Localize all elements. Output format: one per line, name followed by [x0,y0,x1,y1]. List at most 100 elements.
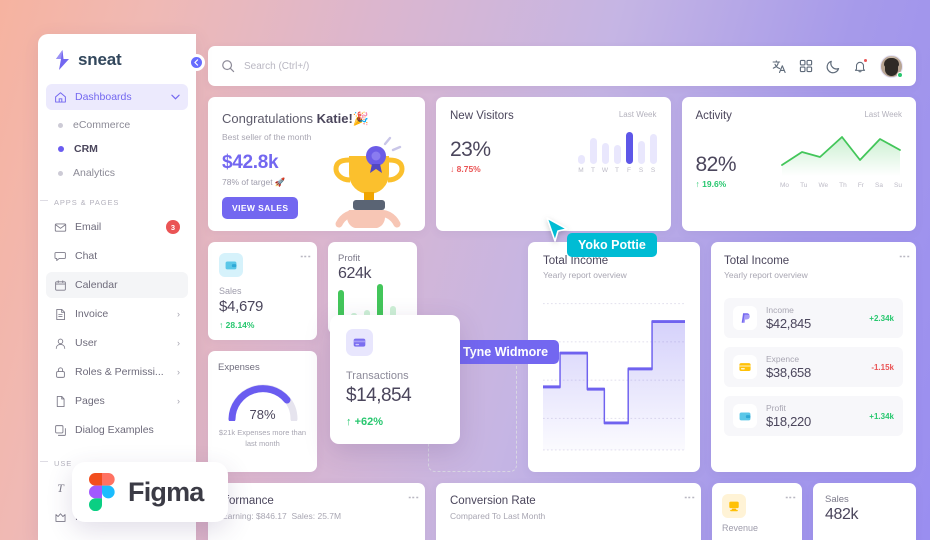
activity-area-chart: Mo Tu We Th Fr Sa Su [780,132,902,189]
notification-dot [863,58,868,63]
sidebar-item-dialog-examples[interactable]: Dialog Examples [46,417,188,443]
sales-tile-card: ⋮ Sales $4,679 ↑ 28.14% [208,242,317,340]
metric-value: 82% [695,153,737,176]
sidebar-section-apps: APPS & PAGES [38,185,196,214]
card-subtitle: Earning: $846.17 Sales: 25.7M [222,511,342,521]
user-icon [55,338,66,349]
transactions-delta: ↑ +62% [346,416,384,428]
sidebar-item-label: Email [75,221,102,233]
metric-delta: ↓ 8.75% [450,164,481,174]
sidebar-item-user[interactable]: User › [46,330,188,356]
bar-col: S [637,132,645,174]
card-title: Profit [338,253,361,264]
lock-icon [56,366,65,378]
sidebar-item-label: Roles & Permissi... [75,366,164,378]
total-income-area-chart [542,290,686,459]
sidebar-item-chat[interactable]: Chat [46,243,188,269]
sidebar-item-label: Dashboards [75,91,132,103]
sidebar-item-label: CRM [74,143,98,155]
sidebar-item-label: Chat [75,250,98,262]
card-title: Conversion Rate [450,495,536,507]
sidebar-item-analytics[interactable]: Analytics [46,161,188,185]
row-value: $18,220 [766,414,811,429]
sidebar-item-label: User [75,337,98,349]
bell-notification-icon[interactable] [853,58,868,73]
bar-col: F [625,132,633,174]
wallet-icon [219,253,243,277]
bullet-icon [58,170,63,176]
sidebar-item-ecommerce[interactable]: eCommerce [46,113,188,137]
sidebar-item-roles-permissions[interactable]: Roles & Permissi... › [46,359,188,385]
figma-badge: Figma [72,462,228,522]
sidebar-item-label: Analytics [73,167,116,179]
sidebar-item-calendar[interactable]: Calendar [46,272,188,298]
card-subtitle: Yearly report overview [724,270,808,280]
sidebar-item-label: Dialog Examples [75,424,154,436]
income-row-text: Profit $18,220 [766,403,811,429]
metric-delta: ↑ 19.6% [695,179,727,189]
new-visitors-header: New Visitors Last Week [450,110,657,122]
chevron-right-icon: › [177,396,180,406]
grid-apps-icon[interactable] [799,59,813,73]
card-title: Sales [825,494,849,505]
new-visitors-card: New Visitors Last Week 23% ↓ 8.75% M T W… [436,97,671,231]
sidebar-item-pages[interactable]: Pages › [46,388,188,414]
row-delta: +1.34k [869,411,894,421]
home-icon [55,91,66,103]
left-tiles-column: ⋮ Sales $4,679 ↑ 28.14% Expenses 78% $21… [208,242,317,472]
bar-col: M [577,132,585,174]
translate-icon[interactable] [772,59,786,74]
brand-name: sneat [78,50,122,69]
total-income-side-card: ⋮ Total Income Yearly report overview In… [711,242,916,472]
more-options-icon[interactable]: ⋮ [784,492,796,503]
card-title: rformance [222,495,274,507]
party-emoji: 🎉 [352,111,369,126]
row-label: Income [766,305,794,315]
chevron-right-icon: › [177,338,180,348]
bar [338,289,344,318]
typography-icon: T [57,480,64,495]
sidebar-item-email[interactable]: Email 3 [46,214,188,240]
tile-label: Sales [219,286,242,296]
income-row: Expence $38,658 -1.15k [724,347,903,387]
activity-metric: 82% ↑ 19.6% [696,153,737,189]
search-area[interactable] [221,59,772,73]
avatar[interactable] [880,54,903,78]
activity-body: 82% ↑ 19.6% Mo Tu We Th Fr Sa Su [696,132,903,189]
sales-value: 482k [825,506,859,523]
more-options-icon[interactable]: ⋮ [407,492,419,503]
figma-label: Figma [128,476,204,507]
nav-apps: Email 3 Chat Calendar Invoice › User › R… [38,214,196,443]
metric-value: 23% [450,138,491,161]
view-sales-button[interactable]: VIEW SALES [222,197,299,219]
trophy-illustration [333,136,405,228]
sidebar-collapse-button[interactable] [188,54,205,71]
sidebar-item-dashboards[interactable]: Dashboards [46,84,188,110]
brand[interactable]: sneat [38,34,196,84]
search-input[interactable] [244,60,444,72]
more-options-icon[interactable]: ⋮ [898,251,910,262]
new-visitors-metric: 23% ↓ 8.75% [450,138,491,174]
email-badge: 3 [166,220,180,234]
income-row-text: Expence $38,658 [766,354,811,380]
sidebar-item-label: Calendar [75,279,118,291]
row-label: Profit [766,403,786,413]
sidebar-item-crm[interactable]: CRM [46,137,188,161]
figma-logo-icon [89,473,115,511]
more-options-icon[interactable]: ⋮ [683,492,695,503]
card-period: Last Week [618,110,657,119]
sidebar-item-label: eCommerce [73,119,131,131]
dialog-icon [55,424,66,436]
more-options-icon[interactable]: ⋮ [299,251,311,262]
chevron-right-icon: › [177,367,180,377]
congrats-title: Congratulations Katie!🎉 [222,111,369,126]
credit-card-icon [346,329,373,356]
expenses-gauge-chart: 78% [225,379,301,423]
new-visitors-bar-chart: M T W T F S S [577,132,657,174]
row-value: $38,658 [766,365,811,380]
moon-dark-mode-icon[interactable] [826,59,840,74]
income-row: Income $42,845 +2.34k [724,298,903,338]
monitor-icon [722,494,746,518]
chevron-left-icon [194,59,199,66]
sidebar-item-invoice[interactable]: Invoice › [46,301,188,327]
